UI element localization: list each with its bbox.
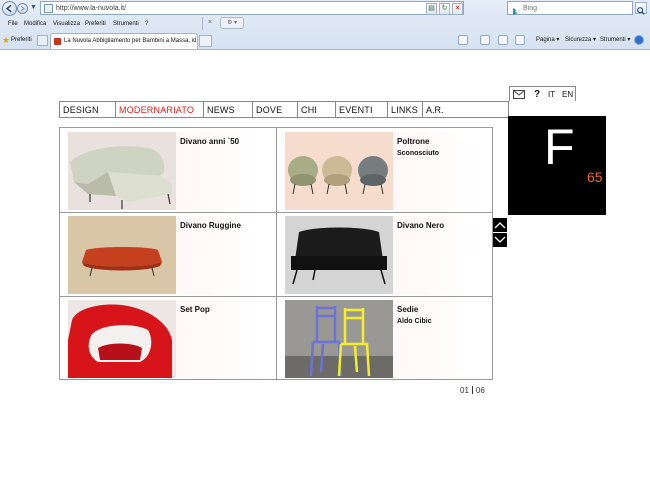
nav-modernariato[interactable]: MODERNARIATO: [116, 102, 204, 117]
product-grid: Divano anni `50 Poltrone Sconosciuto Div…: [59, 127, 493, 380]
product-card[interactable]: Divano Ruggine: [60, 212, 276, 296]
back-button[interactable]: [2, 1, 17, 16]
product-image[interactable]: [285, 132, 393, 210]
address-bar[interactable]: http://www.la-nuvola.it/ ▤ ↻ ✕: [40, 1, 464, 15]
product-card[interactable]: Sedie Aldo Cibic: [277, 296, 493, 380]
nav-dove[interactable]: DOVE: [253, 102, 298, 117]
nav-ar[interactable]: A.R.: [423, 102, 444, 118]
armchairs-image: [285, 132, 393, 210]
help-link[interactable]: ?: [534, 88, 540, 101]
chevron-up-icon: [494, 222, 506, 229]
product-designer: Aldo Cibic: [397, 318, 432, 325]
product-title[interactable]: Set Pop: [180, 305, 210, 315]
scroll-up-button[interactable]: [493, 218, 507, 232]
history-dropdown-icon[interactable]: ▼: [30, 4, 37, 11]
print-icon[interactable]: [515, 35, 525, 45]
page-icon: [44, 4, 53, 13]
tools-menu[interactable]: Strumenti ▾: [600, 36, 630, 45]
bing-icon: [511, 4, 521, 15]
tab-title: La Nuvola Abbigliamento per Bambini a Ma…: [64, 38, 196, 44]
menu-favorites[interactable]: Preferiti: [85, 19, 106, 29]
brand-panel: F 65: [508, 116, 606, 215]
refresh-icon[interactable]: ↻: [439, 3, 450, 15]
lang-en-link[interactable]: EN: [562, 89, 573, 101]
star-icon[interactable]: ★: [2, 35, 10, 45]
tab-favicon-icon: [54, 38, 61, 45]
menu-view[interactable]: Visualizza: [53, 19, 80, 29]
arrow-left-icon: [5, 4, 12, 13]
product-card[interactable]: Poltrone Sconosciuto: [277, 128, 493, 212]
brand-number: 65: [587, 169, 603, 185]
stop-icon[interactable]: ✕: [452, 3, 463, 15]
product-card[interactable]: Set Pop: [60, 296, 276, 380]
grid-divider: [60, 212, 492, 213]
product-title[interactable]: Divano Ruggine: [180, 221, 241, 231]
compatibility-icon[interactable]: ▤: [426, 3, 437, 15]
main-nav: DESIGN MODERNARIATO NEWS DOVE CHI EVENTI…: [59, 101, 509, 118]
product-designer: Sconosciuto: [397, 150, 440, 157]
arrow-right-icon: [20, 5, 25, 12]
address-text[interactable]: http://www.la-nuvola.it/: [56, 3, 126, 14]
menu-help[interactable]: ?: [145, 19, 148, 29]
pop-set-image: [68, 300, 176, 378]
product-card[interactable]: Divano Nero: [277, 212, 493, 296]
product-title[interactable]: Poltrone: [397, 137, 429, 147]
nav-chi[interactable]: CHI: [298, 102, 336, 117]
security-menu[interactable]: Sicurezza ▾: [565, 36, 596, 45]
pager-current: 01: [460, 386, 469, 395]
feeds-icon[interactable]: [480, 35, 490, 45]
nav-news[interactable]: NEWS: [204, 102, 253, 117]
chairs-image: [285, 300, 393, 378]
product-title[interactable]: Sedie: [397, 305, 418, 315]
product-image[interactable]: [285, 300, 393, 378]
product-image[interactable]: [68, 132, 176, 210]
product-title[interactable]: Divano Nero: [397, 221, 444, 231]
menu-tools[interactable]: Strumenti: [113, 19, 139, 29]
product-card[interactable]: Divano anni `50: [60, 128, 276, 212]
quick-tabs-icon[interactable]: [37, 35, 48, 46]
product-image[interactable]: [285, 216, 393, 294]
grid-divider: [60, 296, 492, 297]
search-button[interactable]: [635, 2, 647, 15]
search-box[interactable]: [507, 1, 633, 15]
product-title[interactable]: Divano anni `50: [180, 137, 239, 147]
new-tab-button[interactable]: [199, 35, 212, 47]
scroll-down-button[interactable]: [493, 233, 507, 247]
rust-sofa-image: [68, 216, 176, 294]
menu-edit[interactable]: Modifica: [24, 19, 46, 29]
help-icon[interactable]: [634, 35, 644, 45]
browser-chrome: ▼ http://www.la-nuvola.it/ ▤ ↻ ✕ File Mo…: [0, 0, 650, 50]
menu-separator: [202, 17, 203, 30]
toolbar-close-icon[interactable]: ×: [208, 18, 212, 28]
sofa-50s-image: [68, 132, 176, 210]
pager-separator: [471, 386, 473, 394]
nav-eventi[interactable]: EVENTI: [336, 102, 388, 117]
grid-divider: [276, 128, 277, 379]
chevron-down-icon: [494, 236, 506, 243]
pager-total: 06: [475, 386, 485, 395]
utility-box: ? IT EN: [509, 86, 576, 101]
favorites-button[interactable]: Preferiti: [11, 36, 32, 45]
black-sofa-image: [285, 216, 393, 294]
nav-links[interactable]: LINKS: [388, 102, 423, 117]
browser-tab[interactable]: La Nuvola Abbigliamento per Bambini a Ma…: [50, 33, 198, 49]
product-image[interactable]: [68, 216, 176, 294]
pager: 01 06: [460, 386, 485, 396]
product-image[interactable]: [68, 300, 176, 378]
nav-design[interactable]: DESIGN: [60, 102, 116, 117]
menu-bar: File Modifica Visualizza Preferiti Strum…: [0, 17, 200, 31]
mail-icon[interactable]: [513, 90, 525, 99]
toolbar-gear-icon[interactable]: ⚙ ▾: [220, 17, 244, 29]
lang-it-link[interactable]: IT: [548, 89, 555, 101]
search-icon: [637, 7, 645, 15]
page-menu[interactable]: Pagina ▾: [536, 36, 559, 45]
search-input[interactable]: [523, 3, 623, 14]
home-icon[interactable]: [458, 35, 468, 45]
menu-file[interactable]: File: [8, 19, 18, 29]
brand-letter: F: [544, 119, 575, 175]
mail-toolbar-icon[interactable]: [498, 35, 508, 45]
forward-button[interactable]: [17, 3, 28, 14]
